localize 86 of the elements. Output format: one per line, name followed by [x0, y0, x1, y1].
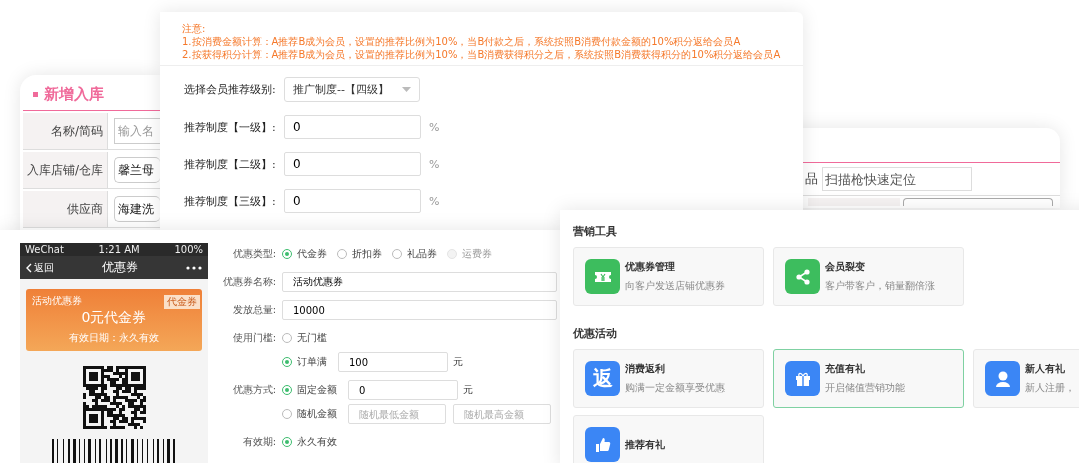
option-label: 订单满: [297, 355, 327, 369]
unit-label: %: [429, 120, 440, 134]
form-label: 推荐制度【三级】:: [184, 193, 277, 209]
form-label: 品: [805, 170, 818, 188]
radio-button[interactable]: [282, 249, 292, 259]
form-label: 发放总量:: [231, 303, 277, 317]
feature-card[interactable]: 返 消费返利 购满一定金额享受优惠: [573, 349, 764, 408]
card-description: 购满一定金额享受优惠: [625, 381, 725, 395]
back-link[interactable]: 返回: [34, 260, 54, 275]
form-label: 供应商: [23, 191, 108, 227]
card-description: 向客户发送店铺优惠券: [625, 279, 725, 293]
form-label: 优惠类型:: [231, 247, 277, 261]
notice-text: 2.按获得积分计算：A推荐B成为会员，设置的推荐比例为10%，当B消费获得积分之后，系统按照B消费获得积分的10%积分返给会员A: [182, 48, 782, 61]
input-field[interactable]: 随机最高金额: [453, 404, 551, 424]
unit-label: %: [429, 194, 440, 208]
card-title: 推荐有礼: [625, 437, 665, 452]
feature-card[interactable]: 推荐有礼: [573, 415, 764, 463]
option-label: 礼品券: [407, 247, 437, 261]
carrier-text: WeChat: [25, 244, 64, 255]
more-icon[interactable]: [186, 265, 202, 270]
level-select[interactable]: 推广制度--【四级】: [284, 77, 420, 102]
input-field[interactable]: 0: [284, 115, 421, 139]
card-title: 优惠券管理: [625, 260, 676, 274]
option-label: 折扣券: [352, 247, 382, 261]
input-field[interactable]: 随机最低金额: [348, 404, 446, 424]
input-field[interactable]: 0: [348, 380, 458, 400]
radio-button[interactable]: [392, 249, 402, 259]
section-title: 营销工具: [573, 224, 618, 239]
unit-label: 元: [453, 355, 463, 369]
scan-input-field[interactable]: 扫描枪快速定位: [822, 167, 972, 191]
validity-text: 有效日期：永久有效: [69, 331, 159, 345]
radio-button[interactable]: [337, 249, 347, 259]
radio-button[interactable]: [282, 437, 292, 447]
section-title: 优惠活动: [573, 326, 618, 341]
clock-text: 1:21 AM: [98, 244, 140, 255]
option-label: 无门槛: [297, 331, 327, 345]
title-marker-icon: [33, 92, 38, 97]
form-label: 推荐制度【二级】:: [184, 156, 277, 172]
input-field[interactable]: 0: [284, 152, 421, 176]
input-field[interactable]: 100: [338, 352, 448, 372]
radio-button[interactable]: [282, 385, 292, 395]
coupon-name: 活动优惠券: [32, 294, 82, 308]
unit-label: %: [429, 157, 440, 171]
form-label: 选择会员推荐级别:: [184, 82, 277, 97]
radio-button[interactable]: [282, 357, 292, 367]
unit-label: 元: [463, 383, 473, 397]
option-label: 固定金额: [297, 383, 337, 397]
glyph-icon: 返: [585, 361, 620, 396]
form-label: 推荐制度【一级】:: [184, 119, 277, 135]
coupon-tag: 代金券: [164, 295, 200, 309]
form-label: 使用门槛:: [231, 331, 277, 345]
back-icon[interactable]: [26, 262, 32, 273]
dropdown-arrow-icon: [402, 87, 411, 92]
form-label: 优惠方式:: [231, 383, 277, 397]
form-label: 入库店铺/仓库: [23, 152, 108, 188]
panel-title: 新增入库: [44, 85, 104, 104]
notice-text: 注意:: [182, 22, 207, 35]
form-label: 有效期:: [241, 435, 277, 449]
radio-button[interactable]: [282, 333, 292, 343]
option-label: 运费券: [462, 247, 492, 261]
card-title: 消费返利: [625, 362, 666, 376]
coupon-value: 0元代金券: [81, 309, 147, 327]
option-label: 随机金额: [297, 407, 337, 421]
feature-card[interactable]: 新人有礼 新人注册，: [973, 349, 1079, 408]
feature-card[interactable]: 充值有礼 开启储值营销功能: [773, 349, 964, 408]
card-description: 新人注册，: [1025, 381, 1075, 395]
card-title: 充值有礼: [825, 362, 866, 376]
notice-text: 1.按消费金额计算：A推荐B成为会员，设置的推荐比例为10%，当B付款之后，系统按照B消费付款金额的10%积分返给会员A: [182, 35, 742, 48]
radio-button[interactable]: [282, 409, 292, 419]
input-field[interactable]: 活动优惠券: [282, 272, 557, 292]
input-field[interactable]: 10000: [282, 300, 557, 320]
card-description: 客户带客户，销量翻倍涨: [825, 279, 935, 293]
card-title: 会员裂变: [825, 260, 866, 274]
feature-card[interactable]: 优惠券管理 向客户发送店铺优惠券: [573, 247, 764, 306]
form-label: 名称/简码: [23, 113, 108, 149]
qr-code-icon: [82, 366, 146, 429]
option-label: 代金券: [297, 247, 327, 261]
card-description: 开启储值营销功能: [825, 381, 905, 395]
option-label: 永久有效: [297, 435, 337, 449]
battery-text: 100%: [174, 244, 203, 255]
form-label: 优惠券名称:: [221, 275, 277, 289]
input-field[interactable]: 0: [284, 189, 421, 213]
screen-title: 优惠券: [102, 259, 138, 276]
barcode-icon: [52, 439, 176, 463]
card-title: 新人有礼: [1025, 362, 1066, 376]
feature-card[interactable]: 会员裂变 客户带客户，销量翻倍涨: [773, 247, 964, 306]
